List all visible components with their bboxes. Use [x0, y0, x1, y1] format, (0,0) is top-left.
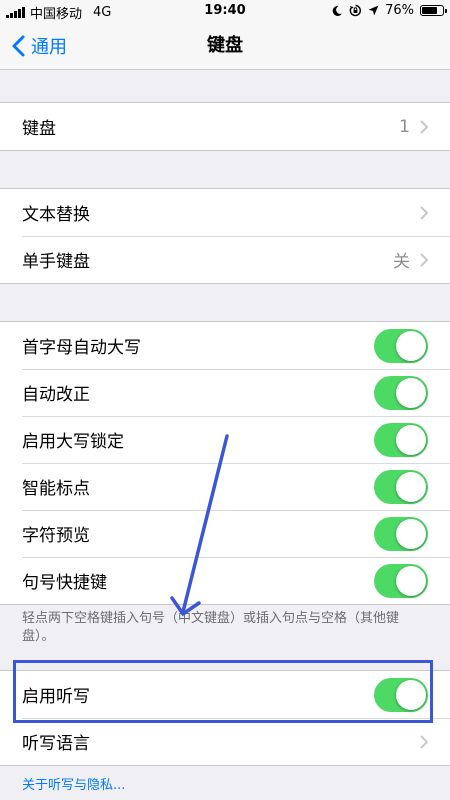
auto-correction-row: 自动改正	[0, 369, 450, 416]
chevron-right-icon	[420, 205, 428, 220]
toggles-group: 首字母自动大写 自动改正 启用大写锁定 智能标点 字符预览 句号快捷键	[0, 321, 450, 605]
one-handed-keyboard-row[interactable]: 单手键盘 关	[0, 236, 450, 283]
chevron-right-icon	[420, 734, 428, 749]
text-replacement-label: 文本替换	[22, 205, 90, 225]
period-shortcut-row: 句号快捷键	[0, 557, 450, 604]
chevron-right-icon	[420, 252, 428, 267]
status-bar: 中国移动 4G 19:40 76%	[0, 0, 450, 22]
dictation-privacy-link[interactable]: 关于听写与隐私...	[22, 774, 125, 793]
navigation-bar: 通用 键盘	[0, 22, 450, 70]
keyboards-row[interactable]: 键盘 1	[0, 103, 450, 150]
back-button[interactable]: 通用	[12, 22, 67, 69]
moon-icon	[332, 5, 343, 16]
battery-icon	[420, 5, 447, 16]
text-replacement-row[interactable]: 文本替换	[0, 189, 450, 236]
character-preview-label: 字符预览	[22, 526, 90, 546]
location-arrow-icon	[368, 5, 379, 16]
caps-lock-label: 启用大写锁定	[22, 432, 124, 452]
auto-capitalization-row: 首字母自动大写	[0, 322, 450, 369]
auto-capitalization-switch[interactable]	[374, 328, 428, 363]
back-label: 通用	[31, 36, 67, 58]
keyboards-count: 1	[399, 116, 410, 137]
enable-dictation-row: 启用听写	[0, 671, 450, 718]
period-shortcut-footnote: 轻点两下空格键插入句号（中文键盘）或插入句点与空格（其他键盘）。	[22, 611, 400, 644]
character-preview-switch[interactable]	[374, 516, 428, 551]
character-preview-row: 字符预览	[0, 510, 450, 557]
auto-capitalization-label: 首字母自动大写	[22, 338, 141, 358]
one-handed-keyboard-value: 关	[393, 252, 410, 272]
smart-punctuation-row: 智能标点	[0, 463, 450, 510]
one-handed-keyboard-label: 单手键盘	[22, 252, 90, 272]
rotation-lock-icon	[349, 4, 362, 17]
keyboards-group: 键盘 1	[0, 102, 450, 151]
battery-percent: 76%	[385, 3, 414, 18]
caps-lock-row: 启用大写锁定	[0, 416, 450, 463]
smart-punctuation-switch[interactable]	[374, 469, 428, 504]
page-title: 键盘	[207, 35, 243, 56]
auto-correction-label: 自动改正	[22, 385, 90, 405]
enable-dictation-label: 启用听写	[22, 687, 90, 707]
enable-dictation-switch[interactable]	[374, 677, 428, 712]
caps-lock-switch[interactable]	[374, 422, 428, 457]
auto-correction-switch[interactable]	[374, 375, 428, 410]
status-right: 76%	[331, 3, 447, 18]
period-shortcut-switch[interactable]	[374, 563, 428, 598]
chevron-right-icon	[420, 119, 428, 134]
dictation-language-label: 听写语言	[22, 734, 90, 754]
keyboards-label: 键盘	[22, 119, 56, 139]
period-shortcut-label: 句号快捷键	[22, 573, 107, 593]
dictation-language-row[interactable]: 听写语言	[0, 718, 450, 765]
smart-punctuation-label: 智能标点	[22, 479, 90, 499]
text-group: 文本替换 单手键盘 关	[0, 188, 450, 284]
chevron-left-icon	[12, 35, 25, 56]
dictation-group: 启用听写 听写语言	[0, 670, 450, 766]
